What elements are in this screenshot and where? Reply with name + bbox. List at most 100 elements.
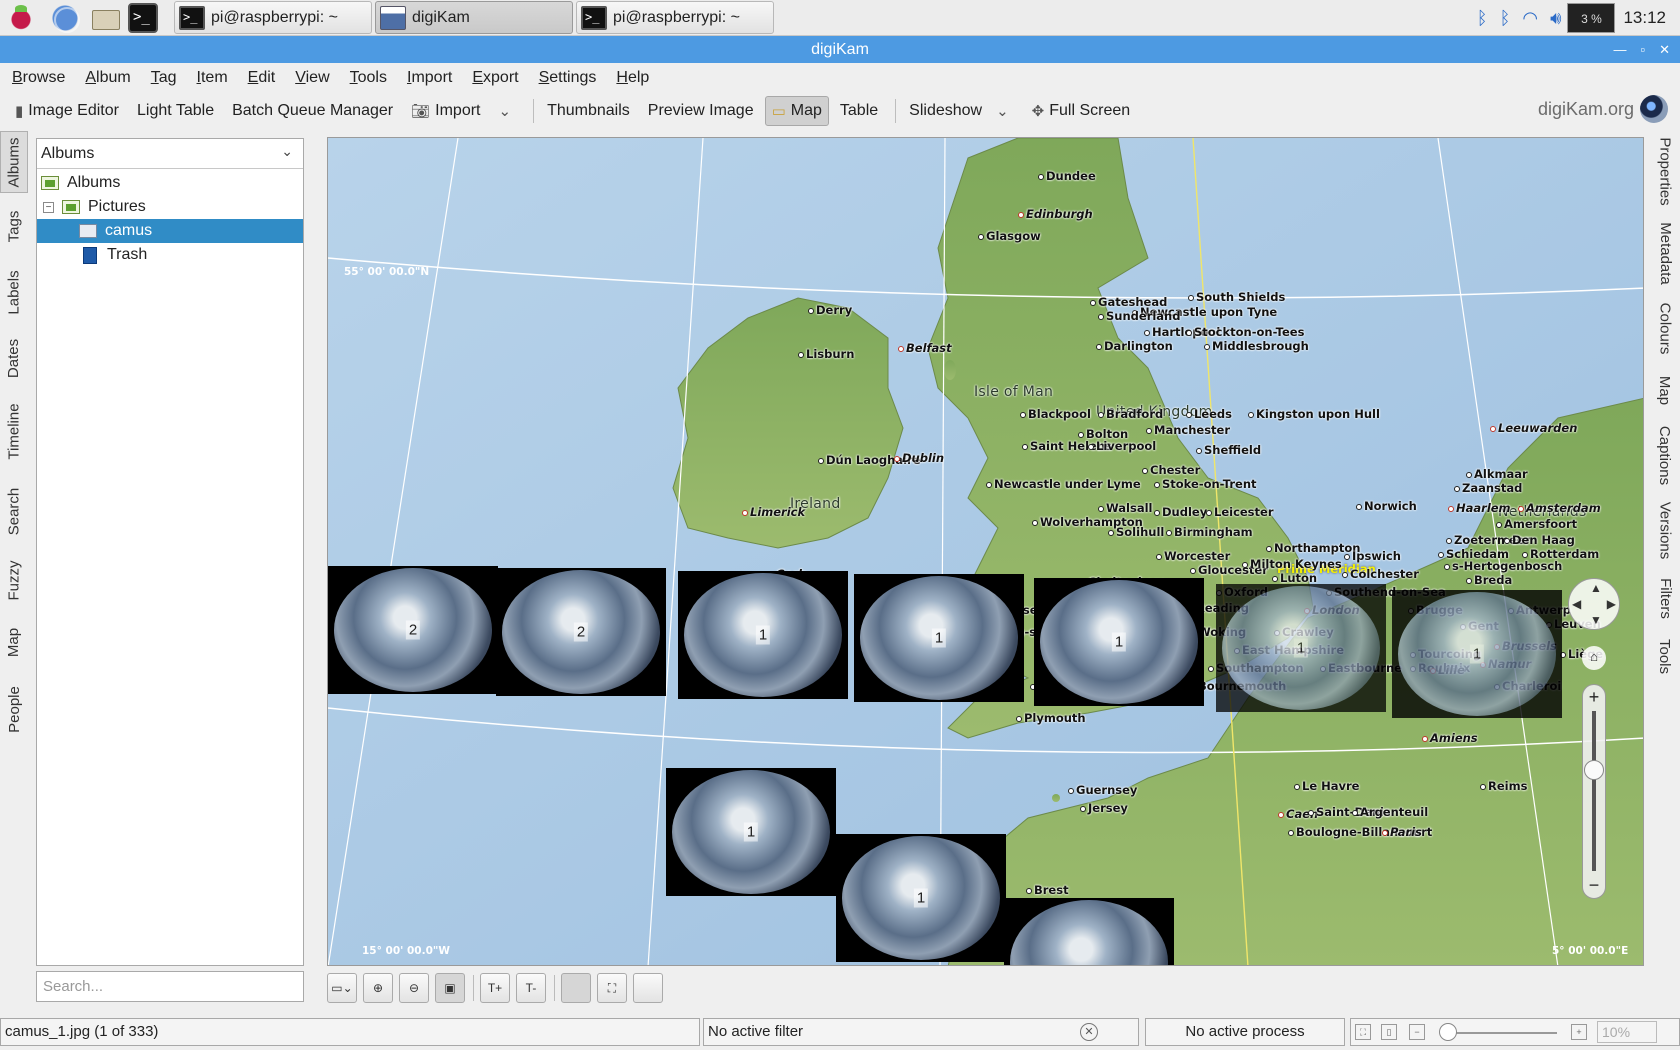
map-type-icon[interactable]: ▭⌄: [327, 973, 357, 1003]
zoom-in-icon[interactable]: +: [1571, 1024, 1587, 1040]
photo-cluster[interactable]: 1: [1216, 584, 1386, 712]
table-view-button[interactable]: Table: [833, 96, 885, 126]
tab-map-info[interactable]: Map: [1650, 365, 1680, 415]
light-table-button[interactable]: Light Table: [130, 96, 221, 126]
web-browser-icon[interactable]: [50, 3, 80, 33]
filter-images-icon[interactable]: [633, 973, 663, 1003]
task-terminal-2[interactable]: >_ pi@raspberrypi: ~: [576, 1, 774, 34]
digikam-org-link[interactable]: digiKam.org: [1538, 95, 1668, 123]
bluetooth-status-icon[interactable]: ᛒ: [1500, 8, 1511, 29]
chevron-down-icon[interactable]: ⌄: [498, 102, 511, 120]
zoom-in-icon[interactable]: ⊕: [363, 973, 393, 1003]
import-button[interactable]: 📷︎ Import ⌄: [404, 96, 523, 126]
tab-map[interactable]: Map: [0, 613, 28, 671]
task-terminal-1[interactable]: >_ pi@raspberrypi: ~: [174, 1, 372, 34]
zoom-level-field[interactable]: 10%: [1597, 1021, 1657, 1043]
tab-dates[interactable]: Dates: [0, 331, 28, 385]
fit-window-icon[interactable]: ⛶: [1355, 1024, 1371, 1040]
zoom-100-icon[interactable]: ▯: [1381, 1024, 1397, 1040]
pan-left-icon[interactable]: ◀: [1572, 597, 1581, 611]
tree-item-pictures[interactable]: − Pictures: [37, 195, 303, 219]
tab-labels[interactable]: Labels: [0, 259, 28, 325]
menu-edit[interactable]: Edit: [248, 69, 276, 87]
photo-cluster[interactable]: 1: [854, 574, 1024, 702]
task-digikam[interactable]: digiKam: [375, 1, 573, 34]
show-thumbnails-icon[interactable]: ▣: [435, 973, 465, 1003]
tab-albums[interactable]: Albums: [0, 131, 28, 193]
tab-properties[interactable]: Properties: [1650, 133, 1680, 209]
zoom-out-icon[interactable]: ⊖: [399, 973, 429, 1003]
thumbnails-button[interactable]: Thumbnails: [540, 96, 637, 126]
album-search-input[interactable]: Search...: [36, 971, 304, 1002]
cpu-monitor[interactable]: 3 %: [1567, 3, 1616, 33]
decrease-thumbnail-icon[interactable]: T-: [516, 973, 546, 1003]
increase-thumbnail-icon[interactable]: T+: [480, 973, 510, 1003]
photo-cluster[interactable]: 1: [666, 768, 836, 896]
tab-colours[interactable]: Colours: [1650, 297, 1680, 359]
map-home-icon[interactable]: ⌂: [1582, 646, 1606, 670]
tab-fuzzy[interactable]: Fuzzy: [0, 553, 28, 607]
zoom-slider-track[interactable]: [1447, 1032, 1557, 1034]
tab-tools[interactable]: Tools: [1650, 631, 1680, 681]
bluetooth-icon[interactable]: ᛒ: [1477, 8, 1488, 29]
photo-cluster[interactable]: 1: [1004, 898, 1174, 965]
menu-settings[interactable]: Settings: [539, 69, 597, 87]
menu-view[interactable]: View: [295, 69, 329, 87]
tab-filters[interactable]: Filters: [1650, 571, 1680, 625]
photo-cluster[interactable]: 2: [496, 568, 666, 696]
tab-captions[interactable]: Captions: [1650, 421, 1680, 489]
tree-item-trash[interactable]: Trash: [37, 243, 303, 267]
zoom-to-selection-icon[interactable]: ⛶: [597, 973, 627, 1003]
window-titlebar[interactable]: digiKam — ▫ ✕: [0, 36, 1680, 63]
zoom-slider-handle[interactable]: [1439, 1023, 1457, 1041]
pan-down-icon[interactable]: ▼: [1590, 613, 1602, 627]
tab-search[interactable]: Search: [0, 475, 28, 547]
image-editor-button[interactable]: ▮ Image Editor: [8, 96, 126, 126]
chevron-down-icon[interactable]: ⌄: [996, 102, 1009, 120]
pan-up-icon[interactable]: ▲: [1590, 581, 1602, 595]
collapse-icon[interactable]: −: [43, 201, 54, 213]
wifi-icon[interactable]: ◠: [1522, 8, 1538, 29]
tab-people[interactable]: People: [0, 677, 28, 741]
menu-export[interactable]: Export: [472, 69, 518, 87]
maximize-icon[interactable]: ▫: [1640, 36, 1645, 63]
select-region-icon[interactable]: [561, 973, 591, 1003]
menu-browse[interactable]: Browse: [12, 69, 65, 87]
volume-icon[interactable]: 🔊︎: [1550, 8, 1561, 29]
full-screen-button[interactable]: ✥ Full Screen: [1025, 96, 1138, 126]
raspberry-menu-icon[interactable]: [6, 3, 36, 33]
pan-right-icon[interactable]: ▶: [1607, 597, 1616, 611]
zoom-in-icon[interactable]: +: [1583, 687, 1605, 708]
minimize-icon[interactable]: —: [1613, 36, 1626, 63]
menu-import[interactable]: Import: [407, 69, 452, 87]
preview-image-button[interactable]: Preview Image: [641, 96, 761, 126]
photo-cluster[interactable]: 2: [328, 566, 498, 694]
menu-help[interactable]: Help: [616, 69, 649, 87]
tree-item-camus[interactable]: camus: [37, 219, 303, 243]
status-filter[interactable]: No active filter ✕: [703, 1018, 1139, 1046]
album-view-combo[interactable]: Albums ⌄: [37, 139, 303, 169]
map-view-button[interactable]: ▭ Map: [764, 96, 829, 126]
photo-cluster[interactable]: 1: [1034, 578, 1204, 706]
photo-cluster[interactable]: 1: [1392, 590, 1562, 718]
tab-tags[interactable]: Tags: [0, 199, 28, 253]
map-view[interactable]: 55° 00' 00.0"N 15° 00' 00.0"W 5° 00' 00.…: [327, 137, 1644, 966]
photo-cluster[interactable]: 1: [678, 571, 848, 699]
map-zoom-slider[interactable]: + −: [1582, 684, 1606, 899]
slideshow-button[interactable]: Slideshow ⌄: [902, 96, 1021, 126]
clear-filter-icon[interactable]: ✕: [1080, 1023, 1098, 1041]
file-manager-icon[interactable]: [90, 3, 120, 33]
close-icon[interactable]: ✕: [1659, 36, 1670, 63]
photo-cluster[interactable]: 1: [836, 834, 1006, 962]
tree-item-albums-root[interactable]: Albums: [37, 171, 303, 195]
clock[interactable]: 13:12: [1623, 8, 1666, 28]
tab-versions[interactable]: Versions: [1650, 495, 1680, 565]
batch-queue-button[interactable]: Batch Queue Manager: [225, 96, 400, 126]
zoom-out-icon[interactable]: −: [1583, 875, 1605, 896]
terminal-icon[interactable]: >_: [128, 3, 158, 33]
tab-timeline[interactable]: Timeline: [0, 393, 28, 469]
menu-item[interactable]: Item: [197, 69, 228, 87]
menu-album[interactable]: Album: [85, 69, 130, 87]
menu-tag[interactable]: Tag: [151, 69, 177, 87]
menu-tools[interactable]: Tools: [350, 69, 387, 87]
